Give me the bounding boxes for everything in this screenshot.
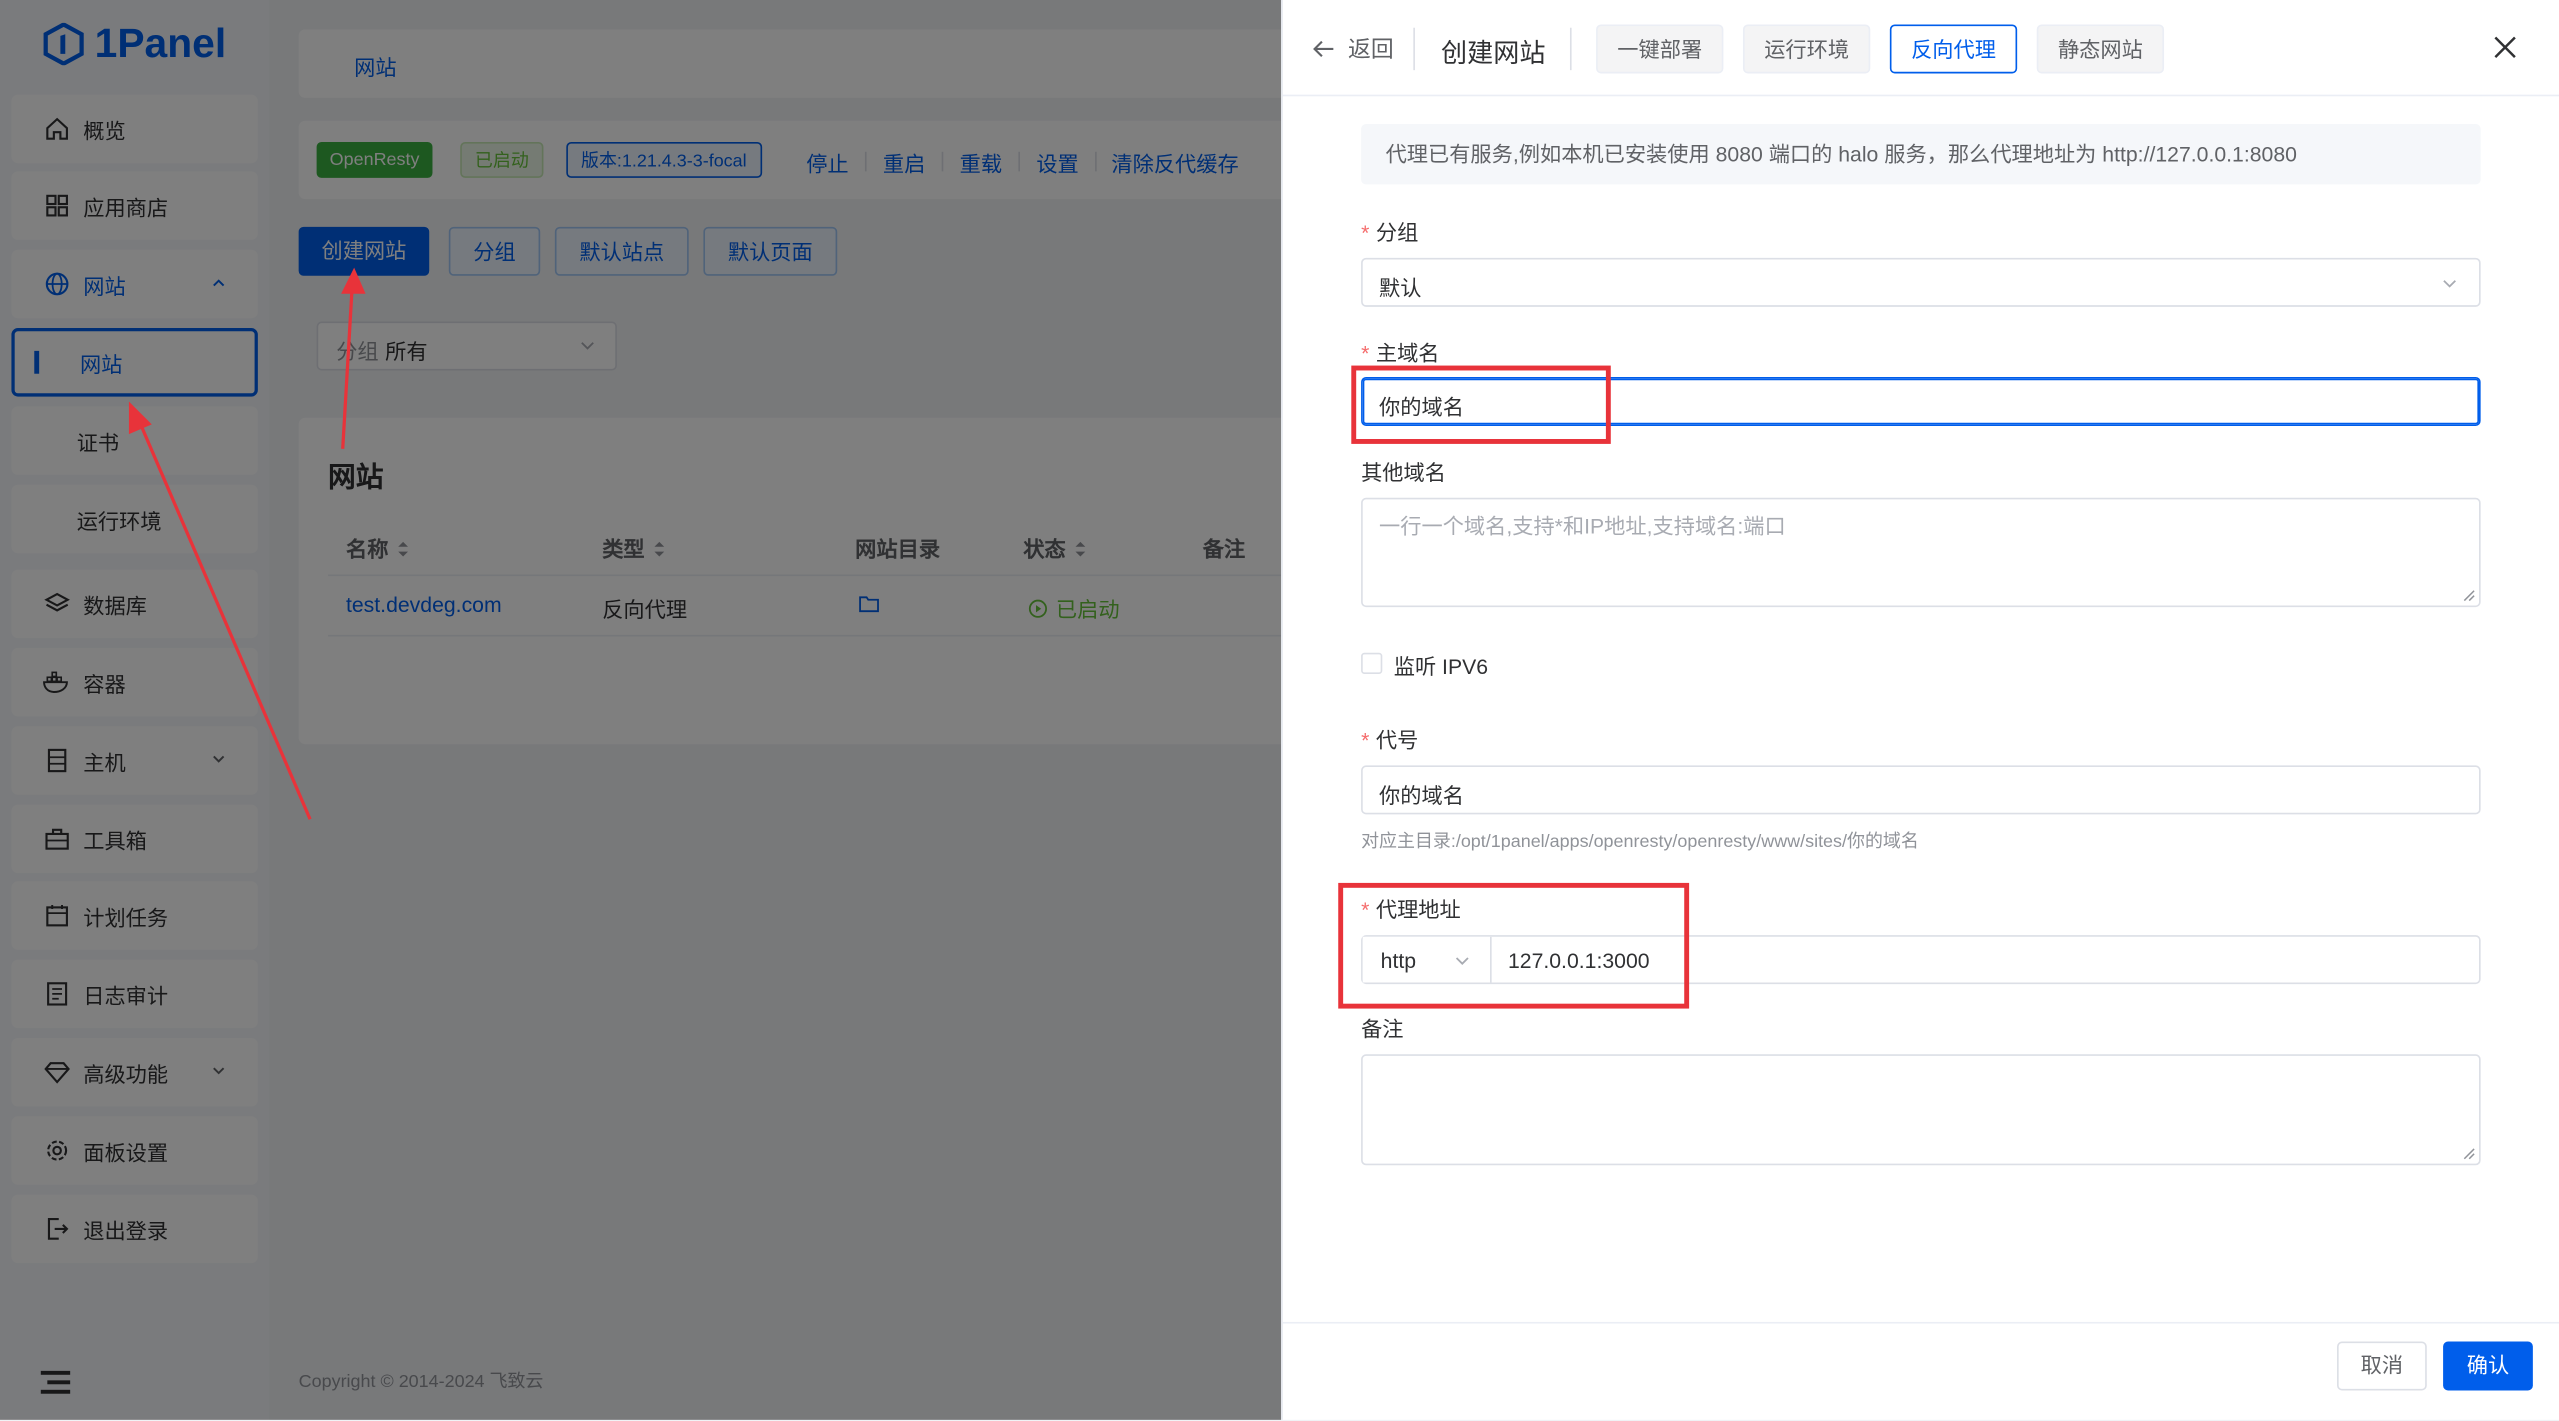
other-domains-textarea[interactable]: 一行一个域名,支持*和IP地址,支持域名:端口 xyxy=(1361,497,2481,608)
cancel-button[interactable]: 取消 xyxy=(2337,1341,2427,1391)
annotation-highlight-box xyxy=(1338,882,1690,1009)
drawer-header: 返回 创建网站 一键部署 运行环境 反向代理 静态网站 xyxy=(1282,0,2559,97)
annotation-arrow xyxy=(135,415,312,820)
alias-value: 你的域名 xyxy=(1379,783,1464,808)
primary-domain-label: * 主域名 xyxy=(1361,341,1440,366)
tab-one-click-deploy[interactable]: 一键部署 xyxy=(1596,24,1724,74)
create-website-drawer: 返回 创建网站 一键部署 运行环境 反向代理 静态网站 代理已有服务,例如本机已… xyxy=(1281,0,2559,1420)
annotation-arrows xyxy=(128,267,366,820)
alias-label: * 代号 xyxy=(1361,727,1419,753)
alias-hint: 对应主目录:/opt/1panel/apps/openresty/openres… xyxy=(1361,832,1919,852)
arrow-left-icon xyxy=(1313,40,1334,58)
back-button[interactable]: 返回 xyxy=(1312,33,1394,66)
annotation-highlight-box xyxy=(1351,365,1611,444)
arrow-head-icon xyxy=(341,267,366,294)
tab-reverse-proxy[interactable]: 反向代理 xyxy=(1889,24,2018,74)
annotation-arrow xyxy=(341,280,355,449)
chevron-down-icon xyxy=(2443,280,2456,288)
ipv6-checkbox[interactable] xyxy=(1361,652,1383,675)
close-icon[interactable] xyxy=(2492,34,2518,60)
drawer-footer: 取消 确认 xyxy=(1282,1321,2559,1421)
alias-input[interactable]: 你的域名 xyxy=(1361,765,2481,815)
arrow-head-icon xyxy=(128,401,152,435)
remark-label: 备注 xyxy=(1361,1016,1404,1042)
drawer-title: 创建网站 xyxy=(1441,40,1546,69)
divider xyxy=(1413,27,1415,71)
remark-textarea[interactable] xyxy=(1361,1054,2481,1166)
confirm-button[interactable]: 确认 xyxy=(2443,1341,2533,1391)
tab-static-site[interactable]: 静态网站 xyxy=(2036,24,2165,74)
other-domains-label: 其他域名 xyxy=(1361,460,1446,485)
group-select[interactable]: 默认 xyxy=(1361,257,2481,307)
other-domains-placeholder: 一行一个域名,支持*和IP地址,支持域名:端口 xyxy=(1379,514,1786,539)
ipv6-label[interactable]: 监听 IPV6 xyxy=(1394,650,1488,681)
resize-grip-icon[interactable] xyxy=(2463,589,2476,602)
group-label: * 分组 xyxy=(1361,220,1419,245)
tab-runtime[interactable]: 运行环境 xyxy=(1742,24,1871,74)
divider xyxy=(1569,27,1572,71)
proxy-info-alert: 代理已有服务,例如本机已安装使用 8080 端口的 halo 服务，那么代理地址… xyxy=(1361,124,2481,185)
group-select-value: 默认 xyxy=(1379,275,1422,301)
resize-grip-icon[interactable] xyxy=(2463,1147,2476,1160)
